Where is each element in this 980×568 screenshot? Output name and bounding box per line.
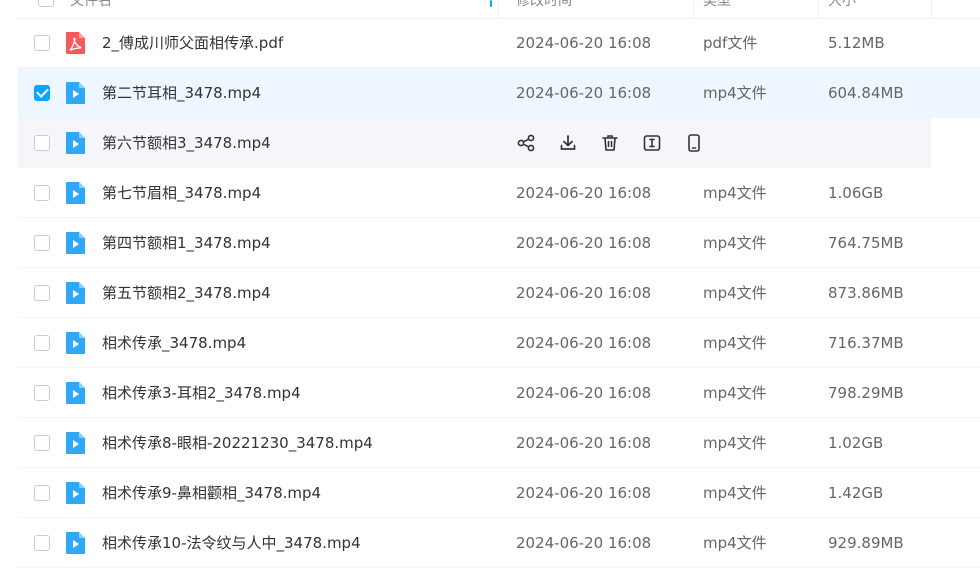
share-icon[interactable] [516, 133, 536, 153]
row-checkbox[interactable] [34, 535, 50, 551]
file-name[interactable]: 第二节耳相_3478.mp4 [102, 68, 261, 118]
video-file-icon [65, 431, 87, 455]
video-file-icon [65, 231, 87, 255]
file-modified-time: 2024-06-20 16:08 [516, 384, 652, 402]
file-size: 1.06GB [828, 184, 884, 202]
file-name[interactable]: 相术传承9-鼻相颧相_3478.mp4 [102, 468, 321, 518]
sort-indicator-icon [490, 0, 492, 7]
row-checkbox[interactable] [34, 85, 50, 101]
file-list-header: 文件名 修改时间 类型 大小 [18, 0, 980, 19]
left-margin [0, 0, 18, 554]
select-all-checkbox[interactable] [38, 0, 54, 7]
file-size: 5.12MB [828, 34, 885, 52]
row-checkbox[interactable] [34, 435, 50, 451]
file-name[interactable]: 第七节眉相_3478.mp4 [102, 168, 261, 218]
file-name[interactable]: 相术传承_3478.mp4 [102, 318, 246, 368]
file-size: 1.02GB [828, 434, 884, 452]
file-type: mp4文件 [703, 284, 767, 302]
video-file-icon [65, 331, 87, 355]
file-name[interactable]: 相术传承10-法令纹与人中_3478.mp4 [102, 518, 361, 568]
file-type: mp4文件 [703, 534, 767, 552]
file-modified-time: 2024-06-20 16:08 [516, 434, 652, 452]
video-file-icon [65, 531, 87, 555]
file-modified-time: 2024-06-20 16:08 [516, 84, 652, 102]
file-size: 604.84MB [828, 84, 904, 102]
header-divider[interactable] [931, 0, 932, 18]
file-modified-time: 2024-06-20 16:08 [516, 484, 652, 502]
file-row[interactable]: 相术传承_3478.mp4 2024-06-20 16:08 mp4文件 716.37… [18, 318, 980, 368]
file-type: mp4文件 [703, 434, 767, 452]
delete-icon[interactable] [600, 133, 620, 153]
video-file-icon [65, 381, 87, 405]
file-row[interactable]: 第七节眉相_3478.mp4 2024-06-20 16:08 mp4文件 1.06G… [18, 168, 980, 218]
file-size: 764.75MB [828, 234, 904, 252]
file-name[interactable]: 相术传承8-眼相-20221230_3478.mp4 [102, 418, 373, 468]
row-checkbox[interactable] [34, 135, 50, 151]
row-checkbox[interactable] [34, 485, 50, 501]
row-checkbox[interactable] [34, 335, 50, 351]
video-file-icon [65, 181, 87, 205]
file-name[interactable]: 相术传承3-耳相2_3478.mp4 [102, 368, 301, 418]
file-modified-time: 2024-06-20 16:08 [516, 284, 652, 302]
phone-icon[interactable] [684, 133, 704, 153]
row-checkbox[interactable] [34, 385, 50, 401]
header-divider[interactable] [818, 0, 819, 18]
header-type[interactable]: 类型 [703, 0, 731, 18]
header-divider[interactable] [498, 0, 499, 18]
row-checkbox[interactable] [34, 35, 50, 51]
file-row[interactable]: 相术传承9-鼻相颧相_3478.mp4 2024-06-20 16:08 mp4文件… [18, 468, 980, 518]
file-row[interactable]: 2_傅成川师父面相传承.pdf 2024-06-20 16:08 pdf文件 5.12… [18, 18, 980, 68]
file-modified-time: 2024-06-20 16:08 [516, 534, 652, 552]
header-modified[interactable]: 修改时间 [516, 0, 572, 18]
file-type: mp4文件 [703, 484, 767, 502]
file-type: mp4文件 [703, 334, 767, 352]
row-checkbox[interactable] [34, 185, 50, 201]
file-modified-time: 2024-06-20 16:08 [516, 334, 652, 352]
row-checkbox[interactable] [34, 235, 50, 251]
row-checkbox[interactable] [34, 285, 50, 301]
download-icon[interactable] [558, 133, 578, 153]
file-modified-time: 2024-06-20 16:08 [516, 184, 652, 202]
file-size: 798.29MB [828, 384, 904, 402]
file-row[interactable]: 相术传承10-法令纹与人中_3478.mp4 2024-06-20 16:08 mp… [18, 518, 980, 568]
file-row[interactable]: 相术传承8-眼相-20221230_3478.mp4 2024-06-20 16:… [18, 418, 980, 468]
header-name[interactable]: 文件名 [70, 0, 112, 18]
file-modified-time: 2024-06-20 16:08 [516, 34, 652, 52]
header-divider[interactable] [693, 0, 694, 18]
file-size: 716.37MB [828, 334, 904, 352]
pdf-file-icon [65, 31, 87, 55]
video-file-icon [65, 131, 87, 155]
file-name[interactable]: 第四节额相1_3478.mp4 [102, 218, 271, 268]
file-modified-time: 2024-06-20 16:08 [516, 234, 652, 252]
file-name[interactable]: 2_傅成川师父面相传承.pdf [102, 18, 283, 68]
file-type: pdf文件 [703, 34, 758, 52]
video-file-icon [65, 481, 87, 505]
video-file-icon [65, 81, 87, 105]
file-size: 873.86MB [828, 284, 904, 302]
header-size[interactable]: 大小 [828, 0, 856, 18]
file-row[interactable]: 第五节额相2_3478.mp4 2024-06-20 16:08 mp4文件 873.… [18, 268, 980, 318]
video-file-icon [65, 281, 87, 305]
file-row[interactable]: 第四节额相1_3478.mp4 2024-06-20 16:08 mp4文件 764.… [18, 218, 980, 268]
file-type: mp4文件 [703, 384, 767, 402]
file-row[interactable]: 第二节耳相_3478.mp4 2024-06-20 16:08 mp4文件 604.8… [18, 68, 980, 118]
file-type: mp4文件 [703, 184, 767, 202]
file-size: 929.89MB [828, 534, 904, 552]
file-size: 1.42GB [828, 484, 884, 502]
file-type: mp4文件 [703, 84, 767, 102]
file-name[interactable]: 第五节额相2_3478.mp4 [102, 268, 271, 318]
file-type: mp4文件 [703, 234, 767, 252]
file-row[interactable]: 第六节额相3_3478.mp4 [18, 118, 931, 168]
file-list: 2_傅成川师父面相传承.pdf 2024-06-20 16:08 pdf文件 5.12… [18, 18, 980, 568]
file-row[interactable]: 相术传承3-耳相2_3478.mp4 2024-06-20 16:08 mp4文件 7… [18, 368, 980, 418]
rename-icon[interactable] [642, 133, 662, 153]
file-name[interactable]: 第六节额相3_3478.mp4 [102, 118, 271, 168]
